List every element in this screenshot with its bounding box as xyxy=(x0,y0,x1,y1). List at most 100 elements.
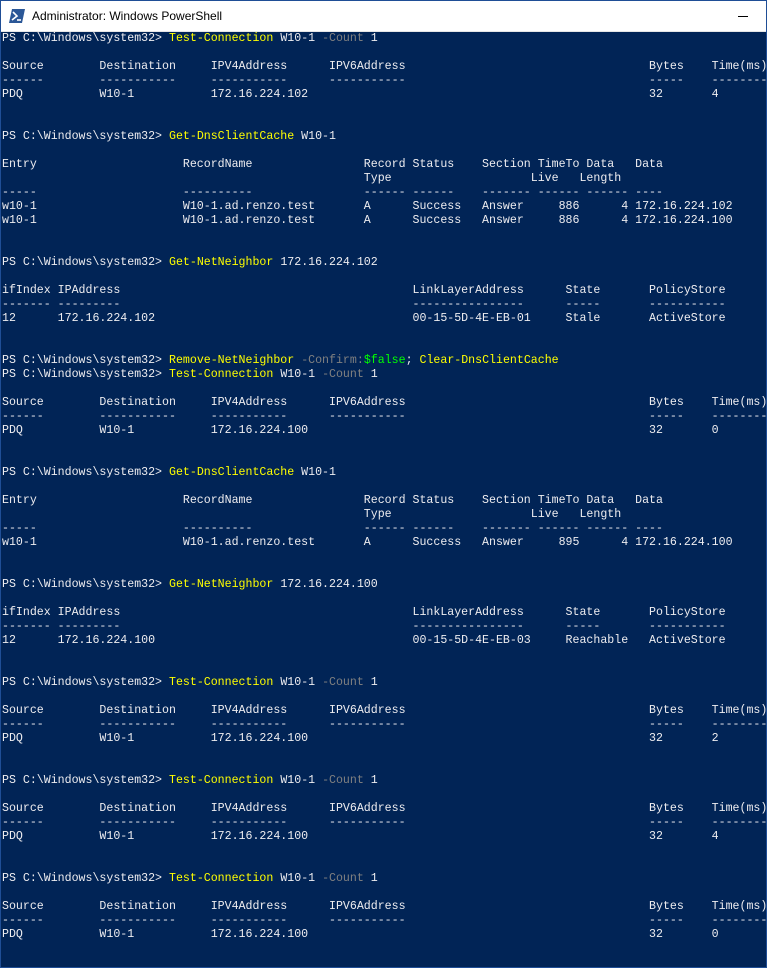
cmdlet-name: Test-Connection xyxy=(168,872,274,885)
parameter: -Count xyxy=(322,774,364,787)
argument: 1 xyxy=(363,676,378,689)
argument: ; xyxy=(405,354,420,367)
output-line: ------ ----------- ----------- ---------… xyxy=(2,718,766,731)
command-line: PS C:\Windows\system32> Test-Connection … xyxy=(2,774,766,788)
cmdlet-name: Test-Connection xyxy=(168,368,274,381)
output-line: 12 172.16.224.102 00-15-5D-4E-EB-01 Stal… xyxy=(2,312,726,325)
output-line: ifIndex IPAddress LinkLayerAddress State… xyxy=(2,284,726,297)
command-line: PS C:\Windows\system32> Test-Connection … xyxy=(2,32,766,46)
argument: 1 xyxy=(363,872,378,885)
prompt: PS C:\Windows\system32> xyxy=(2,578,169,591)
output-line: ------ ----------- ----------- ---------… xyxy=(2,914,766,927)
cmdlet-name: Remove-NetNeighbor xyxy=(168,354,295,367)
output-line: Type Live Length xyxy=(2,508,622,521)
argument: W10-1 xyxy=(273,32,323,45)
output-line: ----- ---------- ------ ------ ------- -… xyxy=(2,186,663,199)
command-line: PS C:\Windows\system32> Get-NetNeighbor … xyxy=(2,256,766,270)
prompt: PS C:\Windows\system32> xyxy=(2,256,169,269)
parameter: -Count xyxy=(322,32,364,45)
powershell-window: Administrator: Windows PowerShell PS C:\… xyxy=(0,0,767,968)
minimize-button[interactable] xyxy=(720,1,766,31)
prompt: PS C:\Windows\system32> xyxy=(2,32,169,45)
argument: 1 xyxy=(363,32,378,45)
output-line: ------ ----------- ----------- ---------… xyxy=(2,410,766,423)
cmdlet-name: Get-NetNeighbor xyxy=(168,578,274,591)
cmdlet-name: Test-Connection xyxy=(168,32,274,45)
powershell-icon xyxy=(9,8,25,24)
output-line: PDQ W10-1 172.16.224.100 32 4 xyxy=(2,830,719,843)
console-output[interactable]: PS C:\Windows\system32> Test-Connection … xyxy=(1,32,766,967)
argument: W10-1 xyxy=(273,872,323,885)
argument: W10-1 xyxy=(294,466,336,479)
argument: W10-1 xyxy=(294,130,336,143)
command-line: PS C:\Windows\system32> Remove-NetNeighb… xyxy=(2,354,766,368)
window-title: Administrator: Windows PowerShell xyxy=(32,9,223,23)
command-line: PS C:\Windows\system32> Test-Connection … xyxy=(2,676,766,690)
output-line: Entry RecordName Record Status Section T… xyxy=(2,158,663,171)
output-line: w10-1 W10-1.ad.renzo.test A Success Answ… xyxy=(2,214,733,227)
output-line: w10-1 W10-1.ad.renzo.test A Success Answ… xyxy=(2,536,733,549)
prompt: PS C:\Windows\system32> xyxy=(2,368,169,381)
prompt: PS C:\Windows\system32> xyxy=(2,774,169,787)
output-line: ------- --------- ---------------- -----… xyxy=(2,298,726,311)
argument: 1 xyxy=(363,774,378,787)
output-line: Source Destination IPV4Address IPV6Addre… xyxy=(2,396,766,409)
output-line: ------- --------- ---------------- -----… xyxy=(2,620,726,633)
prompt: PS C:\Windows\system32> xyxy=(2,676,169,689)
output-line: Source Destination IPV4Address IPV6Addre… xyxy=(2,60,766,73)
prompt: PS C:\Windows\system32> xyxy=(2,872,169,885)
prompt: PS C:\Windows\system32> xyxy=(2,354,169,367)
output-line: PDQ W10-1 172.16.224.100 32 0 xyxy=(2,424,719,437)
prompt: PS C:\Windows\system32> xyxy=(2,130,169,143)
cmdlet-name: Get-DnsClientCache xyxy=(168,130,295,143)
cmdlet-name: Test-Connection xyxy=(168,676,274,689)
output-line: PDQ W10-1 172.16.224.102 32 4 xyxy=(2,88,719,101)
output-line: ifIndex IPAddress LinkLayerAddress State… xyxy=(2,606,726,619)
output-line: ------ ----------- ----------- ---------… xyxy=(2,816,766,829)
cmdlet-name: Get-DnsClientCache xyxy=(168,466,295,479)
output-line: 12 172.16.224.100 00-15-5D-4E-EB-03 Reac… xyxy=(2,634,726,647)
variable: $false xyxy=(363,354,406,367)
output-line: w10-1 W10-1.ad.renzo.test A Success Answ… xyxy=(2,200,733,213)
parameter: -Count xyxy=(322,368,364,381)
command-line: PS C:\Windows\system32> Test-Connection … xyxy=(2,368,766,382)
output-line: Entry RecordName Record Status Section T… xyxy=(2,494,663,507)
argument: 1 xyxy=(363,368,378,381)
parameter: -Count xyxy=(322,676,364,689)
command-line: PS C:\Windows\system32> Get-DnsClientCac… xyxy=(2,130,766,144)
command-line: PS C:\Windows\system32> Get-DnsClientCac… xyxy=(2,466,766,480)
argument: W10-1 xyxy=(273,676,323,689)
title-bar[interactable]: Administrator: Windows PowerShell xyxy=(1,1,766,32)
argument: 172.16.224.100 xyxy=(273,578,378,591)
output-line: Type Live Length xyxy=(2,172,622,185)
output-line: Source Destination IPV4Address IPV6Addre… xyxy=(2,704,766,717)
parameter: -Count xyxy=(322,872,364,885)
argument: 172.16.224.102 xyxy=(273,256,378,269)
command-line: PS C:\Windows\system32> Test-Connection … xyxy=(2,872,766,886)
command-line: PS C:\Windows\system32> Get-NetNeighbor … xyxy=(2,578,766,592)
